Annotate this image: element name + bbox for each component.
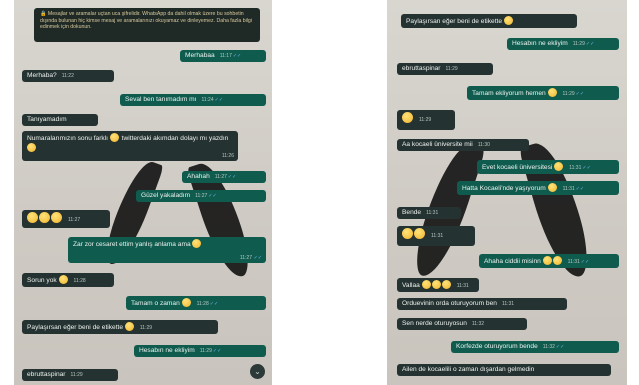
double-check-icon: ✓✓: [232, 53, 242, 59]
emoji-icon: [58, 275, 68, 284]
chat-screenshot-right: Paylaşırsan eğer beni de etikette Hesabı…: [387, 0, 627, 385]
message-bubble[interactable]: Merhabaa 11:17✓✓: [180, 50, 266, 63]
emoji-icon: [547, 183, 557, 192]
message-bubble[interactable]: Orduevinin orda oturuyorum ben 11:31: [397, 298, 567, 311]
emoji-icon: [414, 228, 425, 239]
emoji-icon: [402, 112, 413, 123]
emoji-icon: [51, 212, 62, 223]
message-bubble[interactable]: Vallaa 11:31: [397, 278, 479, 293]
double-check-icon: ✓✓: [582, 165, 591, 171]
double-check-icon: ✓✓: [575, 91, 585, 97]
message-bubble[interactable]: Hesabın ne ekliyim 11:29✓✓: [134, 345, 266, 358]
emoji-icon: [39, 212, 50, 223]
emoji-icon: [27, 212, 38, 223]
emoji-icon: [421, 280, 431, 289]
emoji-icon: [109, 133, 119, 142]
double-check-icon: ✓✓: [212, 348, 222, 354]
double-check-icon: ✓✓: [555, 344, 565, 350]
message-bubble[interactable]: Ailen de kocaelili o zaman dışardan gelm…: [397, 364, 611, 377]
chevron-down-icon: ⌄: [254, 367, 261, 376]
message-bubble[interactable]: Hatta Kocaeli'nde yaşıyorum 11:31✓✓: [457, 181, 619, 196]
message-bubble[interactable]: Sorun yok 11:28: [22, 273, 114, 288]
message-bubble[interactable]: Tamam ekliyorum hemen 11:29✓✓: [467, 86, 619, 101]
encryption-banner[interactable]: 🔒 Mesajlar ve aramalar uçtan uca şifreli…: [34, 8, 260, 42]
double-check-icon: ✓✓: [585, 41, 595, 47]
message-bubble[interactable]: Paylaşırsan eğer beni de etikette: [401, 14, 577, 29]
double-check-icon: ✓✓: [227, 174, 237, 180]
double-check-icon: ✓✓: [580, 259, 590, 265]
message-bubble[interactable]: Tanıyamadım: [22, 114, 98, 127]
emoji-icon: [547, 88, 557, 97]
message-bubble[interactable]: Numaralarımızın sonu farklı twitterdaki …: [22, 131, 238, 161]
emoji-icon: [542, 256, 552, 265]
message-bubble[interactable]: 11:31: [397, 226, 475, 246]
double-check-icon: ✓✓: [253, 254, 262, 261]
message-bubble[interactable]: Paylaşırsan eğer beni de etikette 11:29: [22, 320, 218, 335]
emoji-icon: [192, 239, 202, 248]
chat-screenshot-left: 🔒 Mesajlar ve aramalar uçtan uca şifreli…: [14, 0, 272, 385]
emoji-icon: [431, 280, 441, 289]
scroll-down-button[interactable]: ⌄: [250, 364, 265, 379]
emoji-icon: [554, 162, 564, 171]
emoji-icon: [441, 280, 451, 289]
double-check-icon: ✓✓: [214, 97, 224, 103]
message-bubble[interactable]: Evet kocaeli üniversitesi 11:31✓✓: [477, 160, 619, 175]
message-bubble[interactable]: Merhaba? 11:22: [22, 70, 114, 83]
emoji-icon: [402, 228, 413, 239]
message-bubble[interactable]: Tamam o zaman 11:28✓✓: [126, 296, 266, 311]
message-bubble[interactable]: 11:27: [22, 210, 110, 228]
message-bubble[interactable]: Bende 11:31: [397, 207, 461, 220]
emoji-icon: [552, 256, 562, 265]
emoji-icon: [181, 298, 191, 307]
message-bubble[interactable]: ebruttaspinar 11:29: [397, 63, 493, 76]
emoji-icon: [124, 322, 134, 331]
message-bubble[interactable]: Sen nerde oturuyosun 11:32: [397, 318, 527, 331]
double-check-icon: ✓✓: [209, 301, 219, 307]
message-bubble[interactable]: Aa kocaeli üniversite mii 11:30: [397, 139, 529, 152]
message-bubble[interactable]: Hesabın ne ekliyim 11:29✓✓: [507, 38, 619, 51]
emoji-icon: [503, 16, 513, 25]
message-bubble[interactable]: Güzel yakaladım 11:27✓✓: [136, 190, 266, 203]
emoji-icon: [27, 143, 36, 153]
message-bubble[interactable]: 11:29: [397, 110, 455, 130]
double-check-icon: ✓✓: [208, 193, 217, 199]
message-bubble[interactable]: Ahaha ciddii misinn 11:31✓✓: [479, 254, 619, 269]
message-bubble[interactable]: Zar zor cesaret ettim yanlış anlama ama …: [68, 237, 266, 263]
message-bubble[interactable]: Korfezde oturuyorum bende 11:32✓✓: [451, 341, 619, 354]
message-bubble[interactable]: ebruttaspinar 11:29: [22, 369, 118, 382]
message-bubble[interactable]: Ahahah 11:27✓✓: [182, 171, 266, 184]
double-check-icon: ✓✓: [575, 186, 585, 192]
message-bubble[interactable]: Seval ben tanımadım mı 11:24✓✓: [120, 94, 266, 107]
